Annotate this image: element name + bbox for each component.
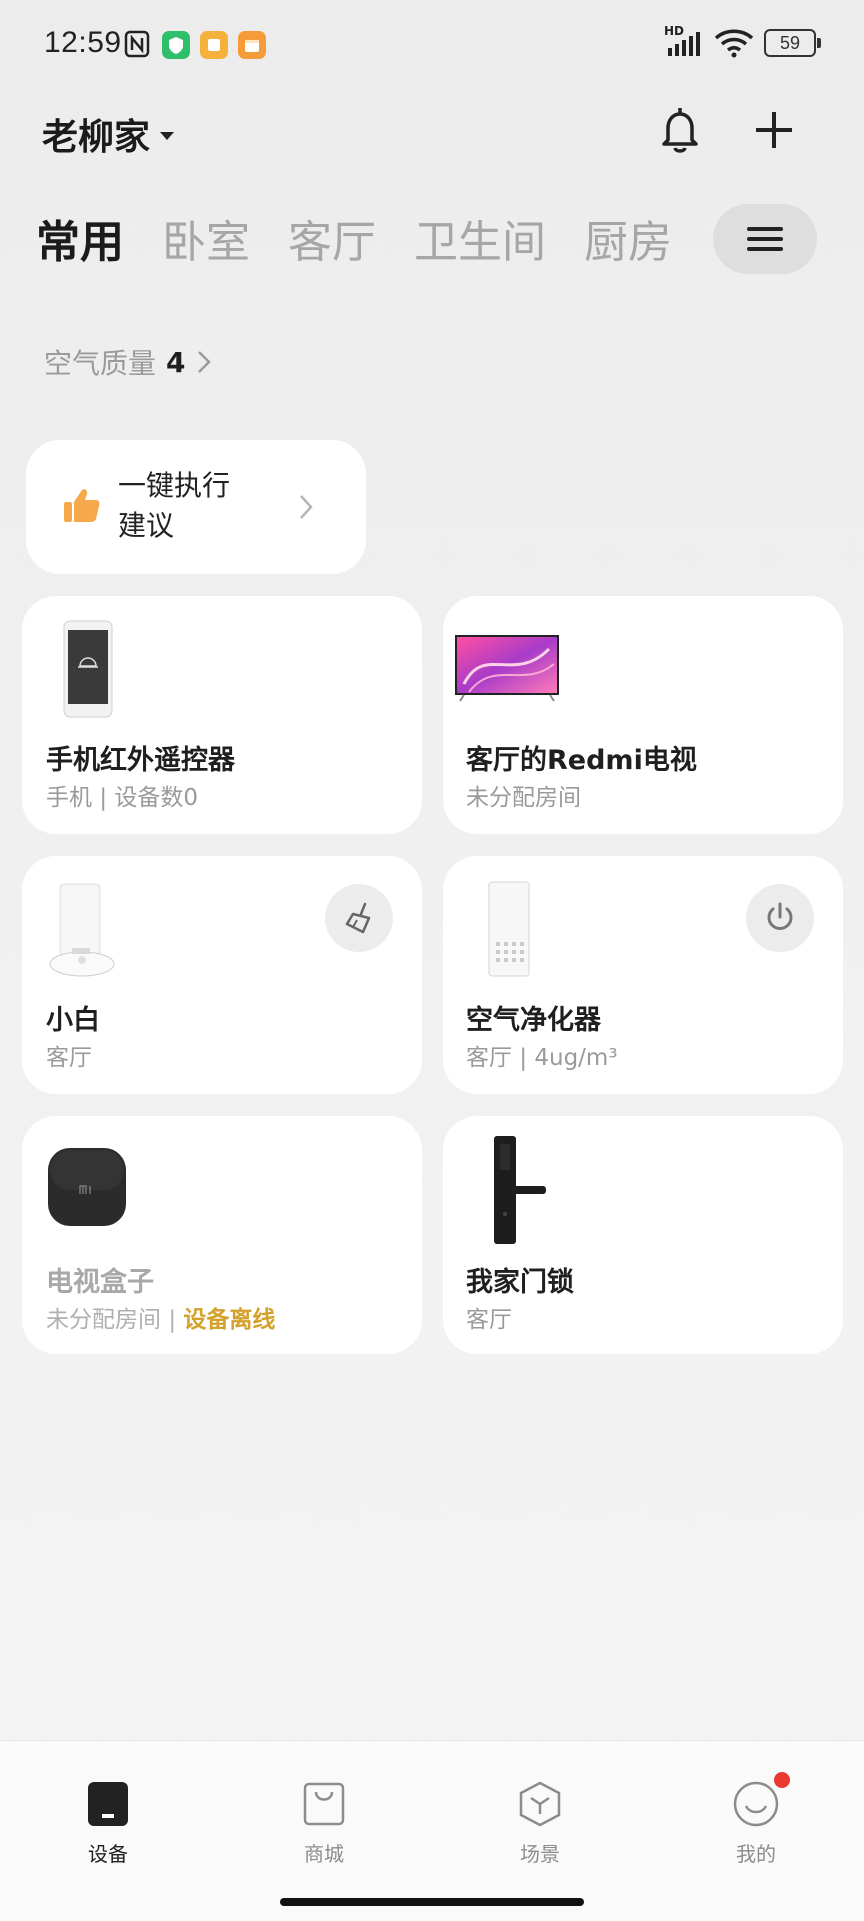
battery-indicator: 59 bbox=[764, 29, 821, 57]
nav-devices[interactable]: 设备 bbox=[48, 1780, 168, 1867]
separator: | bbox=[519, 1045, 528, 1071]
nav-label: 商城 bbox=[304, 1842, 344, 1866]
home-indicator[interactable] bbox=[280, 1898, 584, 1906]
status-right: HD 59 bbox=[664, 24, 821, 58]
status-time: 12:59 bbox=[44, 26, 122, 59]
air-reading: 4ug/m³ bbox=[534, 1045, 618, 1071]
note-app-icon bbox=[200, 31, 228, 59]
nav-label: 设备 bbox=[88, 1842, 128, 1866]
room-tabs: 常用 卧室 客厅 卫生间 厨房 bbox=[36, 206, 672, 270]
nav-label: 我的 bbox=[736, 1842, 776, 1866]
calendar-app-icon bbox=[238, 31, 266, 59]
device-room: 客厅 bbox=[466, 1307, 512, 1333]
chevron-right-icon bbox=[298, 493, 314, 525]
tab-common[interactable]: 常用 bbox=[36, 206, 124, 270]
device-subtitle: 未分配房间 | 设备离线 bbox=[46, 1300, 275, 1334]
menu-icon bbox=[747, 227, 783, 251]
nav-label: 场景 bbox=[520, 1842, 560, 1866]
device-subtitle: 手机 | 设备数0 bbox=[46, 778, 198, 812]
shield-app-icon bbox=[162, 31, 190, 59]
room-menu-button[interactable] bbox=[713, 204, 817, 274]
tab-kitchen[interactable]: 厨房 bbox=[584, 206, 672, 270]
device-name: 手机红外遥控器 bbox=[46, 745, 235, 776]
notification-badge bbox=[774, 1772, 790, 1788]
add-device-button[interactable] bbox=[748, 104, 800, 156]
device-room: 未分配房间 bbox=[46, 1307, 161, 1333]
nfc-icon bbox=[124, 30, 150, 58]
device-name: 空气净化器 bbox=[466, 1005, 601, 1036]
air-quality-link[interactable]: 空气质量 4 bbox=[44, 342, 212, 382]
signal-label: HD bbox=[664, 24, 685, 38]
device-count: 设备数0 bbox=[114, 785, 199, 811]
clean-action-button[interactable] bbox=[325, 884, 393, 952]
power-icon bbox=[767, 902, 793, 930]
device-room: 客厅 bbox=[46, 1045, 92, 1071]
nav-scenes[interactable]: 场景 bbox=[480, 1780, 600, 1867]
device-room: 未分配房间 bbox=[466, 785, 581, 811]
device-name: 小白 bbox=[46, 1005, 100, 1036]
air-purifier-image bbox=[486, 880, 532, 978]
caret-down-icon bbox=[160, 132, 175, 140]
tab-bathroom[interactable]: 卫生间 bbox=[414, 206, 546, 270]
cell-signal-icon: HD bbox=[664, 24, 704, 58]
air-quality-value: 4 bbox=[166, 345, 186, 379]
offline-status: 设备离线 bbox=[183, 1307, 276, 1333]
device-icon bbox=[88, 1782, 128, 1826]
phone-device-image bbox=[62, 620, 114, 718]
device-name: 电视盒子 bbox=[46, 1267, 154, 1298]
suggestion-text: 一键执行 建议 bbox=[118, 466, 268, 546]
device-name: 客厅的Redmi电视 bbox=[466, 745, 697, 776]
tab-bedroom[interactable]: 卧室 bbox=[162, 206, 250, 270]
nav-profile[interactable]: 我的 bbox=[696, 1772, 816, 1867]
thumbs-up-icon bbox=[60, 484, 102, 526]
tab-living-room[interactable]: 客厅 bbox=[288, 206, 376, 270]
separator: | bbox=[99, 785, 108, 811]
device-subtitle: 客厅 | 4ug/m³ bbox=[466, 1038, 618, 1072]
device-name: 我家门锁 bbox=[466, 1267, 574, 1298]
air-quality-label: 空气质量 bbox=[44, 347, 157, 380]
device-room: 手机 bbox=[46, 785, 92, 811]
robot-vacuum-image bbox=[48, 880, 116, 980]
door-lock-image bbox=[492, 1134, 548, 1246]
plus-icon bbox=[756, 112, 792, 148]
notification-button[interactable] bbox=[656, 104, 704, 156]
home-name: 老柳家 bbox=[42, 117, 151, 158]
sweep-icon bbox=[345, 902, 371, 934]
scene-cube-icon bbox=[519, 1781, 561, 1827]
power-button[interactable] bbox=[746, 884, 814, 952]
nav-shop[interactable]: 商城 bbox=[264, 1780, 384, 1867]
tv-box-image bbox=[46, 1146, 128, 1228]
suggestion-line2: 建议 bbox=[118, 509, 175, 542]
wifi-icon bbox=[714, 28, 754, 58]
profile-smile-icon bbox=[733, 1781, 779, 1827]
chevron-right-icon bbox=[197, 351, 211, 373]
shop-bag-icon bbox=[303, 1782, 345, 1826]
separator: | bbox=[168, 1307, 177, 1333]
suggestion-line1: 一键执行 bbox=[118, 469, 231, 502]
bell-icon bbox=[662, 108, 698, 153]
home-selector[interactable]: 老柳家 bbox=[42, 108, 175, 160]
tv-device-image bbox=[454, 634, 560, 702]
device-room: 客厅 bbox=[466, 1045, 512, 1071]
